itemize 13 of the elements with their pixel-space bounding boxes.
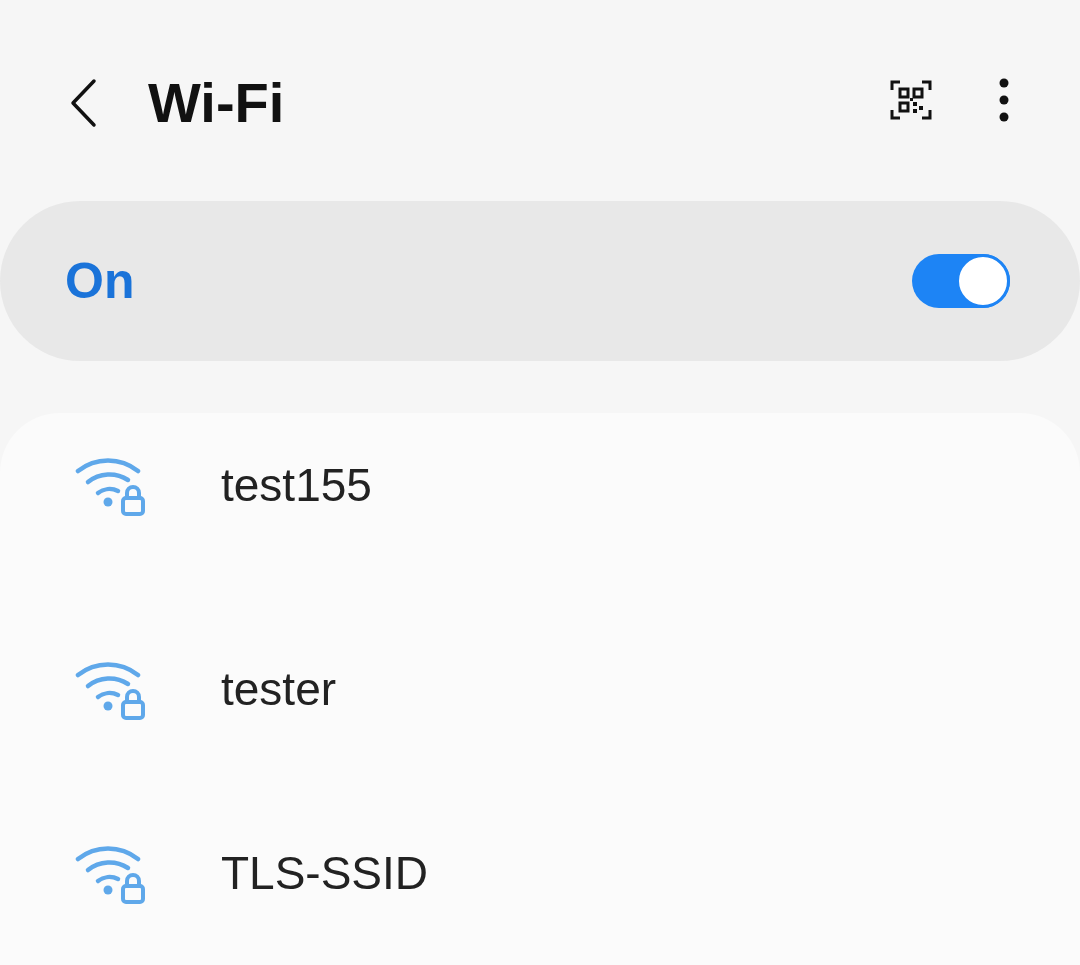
network-item[interactable]: tester [0, 597, 1080, 781]
network-name: tester [221, 662, 337, 716]
wifi-switch[interactable] [912, 253, 1010, 308]
network-item[interactable]: TLS-SSID [0, 781, 1080, 965]
more-options-icon[interactable] [998, 78, 1010, 123]
qr-code-icon[interactable] [890, 80, 932, 121]
network-name: test155 [221, 458, 372, 512]
page-title: Wi-Fi [148, 70, 285, 136]
network-item[interactable]: test155 [0, 413, 1080, 557]
toggle-label: On [65, 251, 136, 310]
network-name: TLS-SSID [221, 846, 429, 900]
back-icon[interactable] [68, 77, 98, 128]
wifi-toggle-card[interactable]: On [0, 200, 1080, 361]
